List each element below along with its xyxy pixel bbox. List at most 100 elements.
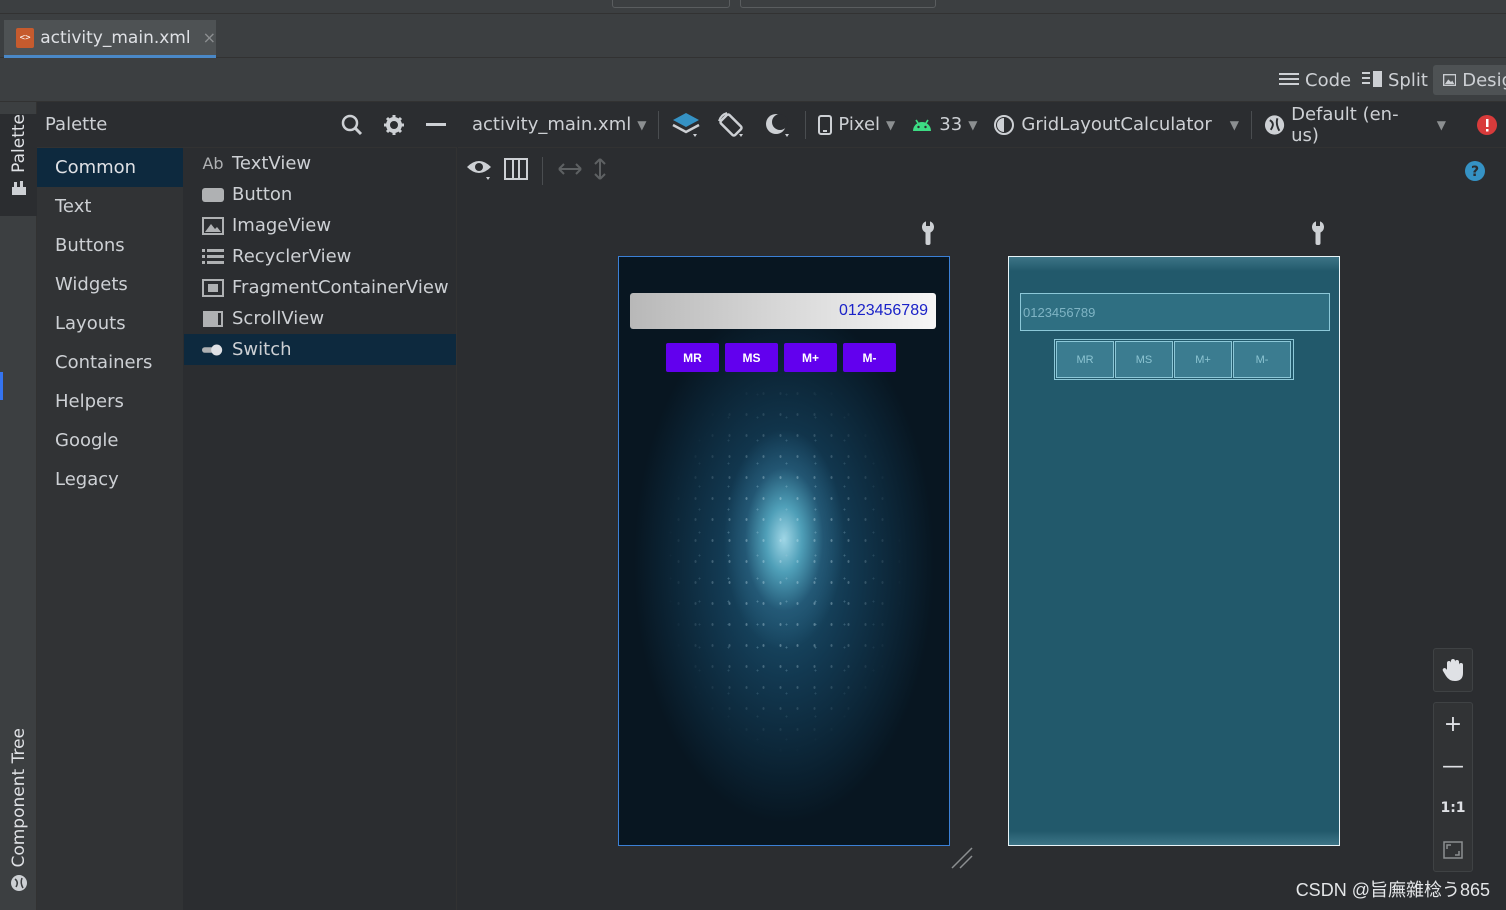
- palette-item-imageview[interactable]: ImageView: [184, 210, 456, 241]
- component-tree-side-tab[interactable]: Component Tree: [0, 722, 37, 892]
- blueprint-m-plus-button[interactable]: M+: [1174, 341, 1232, 378]
- file-selector-label: activity_main.xml: [472, 114, 632, 135]
- zoom-panel: + — 1:1: [1433, 702, 1473, 872]
- category-widgets[interactable]: Widgets: [37, 265, 183, 304]
- image-icon: [1443, 74, 1457, 86]
- run-config-selector[interactable]: [612, 0, 730, 8]
- blueprint-button-row: MR MS M+ M-: [1054, 339, 1294, 380]
- resize-handle-icon[interactable]: [950, 846, 974, 870]
- view-mode-bar: Code Split Desig: [0, 58, 1506, 102]
- vertical-arrows-icon: [594, 157, 606, 180]
- palette-item-switch[interactable]: Switch: [184, 334, 456, 365]
- file-selector[interactable]: activity_main.xml ▼: [458, 102, 654, 148]
- code-mode-label: Code: [1305, 69, 1352, 91]
- theme-selector[interactable]: GridLayoutCalculator ▼: [985, 102, 1247, 148]
- minimize-button[interactable]: [415, 102, 457, 148]
- ms-button[interactable]: MS: [725, 343, 778, 372]
- calculator-display[interactable]: 0123456789: [630, 293, 936, 329]
- category-helpers[interactable]: Helpers: [37, 382, 183, 421]
- button-icon: [202, 186, 224, 204]
- palette-item-label: Button: [232, 184, 293, 205]
- search-button[interactable]: [331, 102, 373, 148]
- zoom-in-button[interactable]: +: [1434, 703, 1472, 745]
- columns-icon: [504, 157, 528, 180]
- blueprint-display[interactable]: 0123456789: [1020, 293, 1330, 331]
- horizontal-arrows-icon: [558, 163, 582, 175]
- palette-item-recyclerview[interactable]: RecyclerView: [184, 241, 456, 272]
- vertical-expand-button[interactable]: [593, 157, 607, 186]
- toolbar-separator: [805, 110, 807, 139]
- palette-item-scrollview[interactable]: ScrollView: [184, 303, 456, 334]
- chevron-down-icon: ▼: [968, 117, 978, 132]
- device-selector[interactable]: [740, 0, 936, 8]
- imageview-icon: [202, 216, 224, 235]
- hand-icon: [1442, 659, 1463, 681]
- fragment-icon: [202, 278, 224, 297]
- night-mode-button[interactable]: [755, 102, 801, 148]
- wrench-icon[interactable]: [1308, 220, 1328, 246]
- locale-selector[interactable]: Default (en-us) ▼: [1256, 102, 1454, 148]
- palette-title: Palette: [45, 114, 108, 135]
- chevron-down-icon: ▼: [637, 117, 647, 132]
- blueprint-mr-button[interactable]: MR: [1056, 341, 1114, 378]
- palette-header: Palette: [37, 102, 457, 148]
- error-indicator-button[interactable]: [1468, 102, 1506, 148]
- palette-item-label: ImageView: [232, 215, 332, 236]
- palette-item-fragmentcontainerview[interactable]: FragmentContainerView: [184, 272, 456, 303]
- api-level-button[interactable]: 33 ▼: [903, 102, 985, 148]
- orientation-button[interactable]: [709, 102, 755, 148]
- globe-icon: [1264, 114, 1285, 135]
- m-minus-button[interactable]: M-: [843, 343, 896, 372]
- blueprint-preview[interactable]: 0123456789 MR MS M+ M-: [1008, 256, 1340, 846]
- design-preview[interactable]: 0123456789 MR MS M+ M-: [618, 256, 950, 846]
- palette-item-button[interactable]: Button: [184, 179, 456, 210]
- design-canvas[interactable]: 0123456789 MR MS M+ M- 0123456789 MR MS …: [458, 194, 1506, 910]
- design-mode-button[interactable]: Desig: [1433, 65, 1506, 95]
- panel-toggle-button[interactable]: [504, 157, 528, 185]
- split-mode-label: Split: [1388, 69, 1428, 91]
- gear-icon: [384, 114, 404, 135]
- blueprint-ms-button[interactable]: MS: [1115, 341, 1173, 378]
- wrench-icon[interactable]: [918, 220, 938, 246]
- zoom-actual-size-button[interactable]: 1:1: [1434, 787, 1472, 829]
- zoom-out-button[interactable]: —: [1434, 745, 1472, 787]
- svg-text:?: ?: [1471, 164, 1479, 180]
- eye-icon: [467, 160, 491, 180]
- horizontal-expand-button[interactable]: [557, 161, 583, 181]
- mr-button[interactable]: MR: [666, 343, 719, 372]
- category-layouts[interactable]: Layouts: [37, 304, 183, 343]
- palette-item-label: RecyclerView: [232, 246, 352, 267]
- split-mode-button[interactable]: Split: [1362, 65, 1428, 95]
- pan-button[interactable]: [1434, 649, 1472, 691]
- palette-side-tab[interactable]: Palette: [0, 114, 37, 216]
- fit-screen-icon: [1443, 841, 1463, 859]
- category-google[interactable]: Google: [37, 421, 183, 460]
- category-buttons[interactable]: Buttons: [37, 226, 183, 265]
- device-label: Pixel: [838, 114, 881, 135]
- category-common[interactable]: Common: [37, 148, 183, 187]
- help-button[interactable]: ?: [1464, 160, 1486, 187]
- settings-button[interactable]: [373, 102, 415, 148]
- category-list: Common Text Buttons Widgets Layouts Cont…: [37, 148, 183, 910]
- m-plus-button[interactable]: M+: [784, 343, 837, 372]
- design-mode-label: Desig: [1462, 69, 1506, 91]
- chevron-down-icon: ▼: [1436, 117, 1447, 132]
- close-tab-icon[interactable]: ×: [203, 28, 216, 47]
- category-text[interactable]: Text: [37, 187, 183, 226]
- category-legacy[interactable]: Legacy: [37, 460, 183, 499]
- main-toolbar-strip: [0, 0, 1506, 14]
- chevron-down-icon: ▼: [886, 117, 896, 132]
- category-containers[interactable]: Containers: [37, 343, 183, 382]
- palette-panel: Palette Common Text Buttons Widgets Layo…: [37, 102, 457, 910]
- view-options-button[interactable]: [466, 157, 494, 186]
- zoom-fit-button[interactable]: [1434, 829, 1472, 871]
- design-surface-button[interactable]: [663, 102, 709, 148]
- code-mode-button[interactable]: Code: [1279, 65, 1351, 95]
- palette-item-textview[interactable]: Ab TextView: [184, 148, 456, 179]
- blueprint-m-minus-button[interactable]: M-: [1233, 341, 1291, 378]
- textview-icon: Ab: [202, 154, 224, 173]
- device-selector-button[interactable]: Pixel ▼: [810, 102, 903, 148]
- tab-activity-main[interactable]: <> activity_main.xml ×: [4, 20, 216, 58]
- palette-item-label: TextView: [232, 153, 312, 174]
- switch-icon: [202, 341, 224, 359]
